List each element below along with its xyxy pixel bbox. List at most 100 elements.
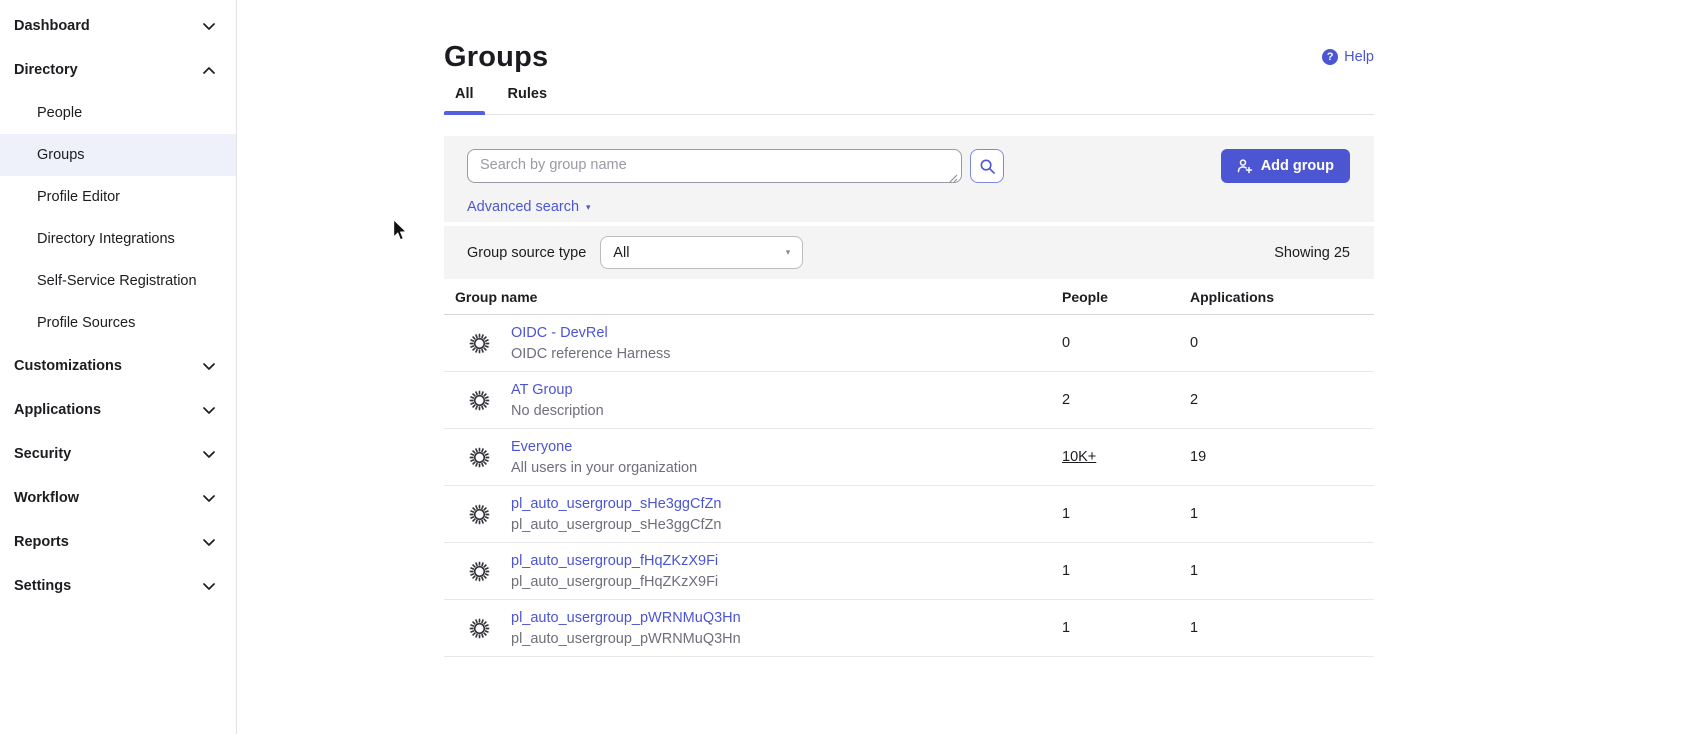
sidebar-item-reports[interactable]: Reports	[0, 520, 236, 564]
chevron-down-icon	[203, 539, 215, 546]
sidebar: Dashboard Directory People Groups Profil…	[0, 0, 237, 734]
sidebar-item-dashboard[interactable]: Dashboard	[0, 4, 236, 48]
group-icon	[467, 502, 491, 526]
sidebar-item-label: Directory Integrations	[37, 231, 175, 247]
tab-rules[interactable]: Rules	[497, 86, 559, 114]
sidebar-item-label: Self-Service Registration	[37, 273, 197, 289]
group-description: pl_auto_usergroup_sHe3ggCfZn	[511, 517, 1062, 533]
search-input[interactable]	[467, 149, 962, 183]
page-header: Groups ? Help	[444, 0, 1374, 78]
search-panel: Add group Advanced search ▾	[444, 136, 1374, 222]
table-row: AT Group No description 2 2	[444, 372, 1374, 429]
advanced-search-label: Advanced search	[467, 199, 579, 215]
people-count: 1	[1062, 563, 1190, 579]
chevron-down-icon	[203, 495, 215, 502]
sidebar-item-settings[interactable]: Settings	[0, 564, 236, 608]
sidebar-item-label: Directory	[14, 62, 78, 78]
group-name-link[interactable]: Everyone	[511, 439, 572, 455]
add-group-button[interactable]: Add group	[1221, 149, 1350, 183]
sidebar-item-profile-sources[interactable]: Profile Sources	[0, 302, 236, 344]
sidebar-item-label: Applications	[14, 402, 101, 418]
table-row: pl_auto_usergroup_fHqZKzX9Fi pl_auto_use…	[444, 543, 1374, 600]
applications-count: 2	[1190, 392, 1374, 408]
table-row: OIDC - DevRel OIDC reference Harness 0 0	[444, 315, 1374, 372]
chevron-down-icon	[203, 451, 215, 458]
group-name-link[interactable]: pl_auto_usergroup_fHqZKzX9Fi	[511, 553, 718, 569]
group-name-link[interactable]: pl_auto_usergroup_pWRNMuQ3Hn	[511, 610, 741, 626]
page-title: Groups	[444, 41, 548, 74]
sidebar-item-label: Workflow	[14, 490, 79, 506]
group-name-link[interactable]: pl_auto_usergroup_sHe3ggCfZn	[511, 496, 721, 512]
chevron-down-icon	[203, 583, 215, 590]
help-link[interactable]: ? Help	[1322, 49, 1374, 65]
add-group-label: Add group	[1261, 158, 1334, 174]
group-icon	[467, 388, 491, 412]
caret-down-icon: ▾	[586, 203, 591, 212]
main-content: Groups ? Help All Rules	[237, 0, 1687, 734]
column-group-name[interactable]: Group name	[455, 289, 1062, 305]
applications-count: 0	[1190, 335, 1374, 351]
chevron-up-icon	[203, 67, 215, 74]
group-description: OIDC reference Harness	[511, 346, 1062, 362]
sidebar-item-label: Profile Sources	[37, 315, 135, 331]
group-name-link[interactable]: AT Group	[511, 382, 573, 398]
applications-count: 19	[1190, 449, 1374, 465]
group-description: All users in your organization	[511, 460, 1062, 476]
help-icon: ?	[1322, 49, 1338, 65]
sidebar-item-customizations[interactable]: Customizations	[0, 344, 236, 388]
sidebar-item-applications[interactable]: Applications	[0, 388, 236, 432]
group-description: pl_auto_usergroup_pWRNMuQ3Hn	[511, 631, 1062, 647]
applications-count: 1	[1190, 563, 1374, 579]
group-icon	[467, 331, 491, 355]
table-row: Everyone All users in your organization …	[444, 429, 1374, 486]
showing-count: Showing 25	[1274, 245, 1350, 261]
search-button[interactable]	[970, 149, 1004, 183]
people-count: 1	[1062, 506, 1190, 522]
sidebar-item-label: Dashboard	[14, 18, 90, 34]
group-source-type-select[interactable]: All ▾	[600, 236, 803, 269]
sidebar-item-profile-editor[interactable]: Profile Editor	[0, 176, 236, 218]
person-add-icon	[1237, 158, 1253, 174]
chevron-down-icon	[203, 23, 215, 30]
column-people[interactable]: People	[1062, 289, 1190, 305]
people-count: 2	[1062, 392, 1190, 408]
table-row: pl_auto_usergroup_pWRNMuQ3Hn pl_auto_use…	[444, 600, 1374, 657]
sidebar-item-directory-integrations[interactable]: Directory Integrations	[0, 218, 236, 260]
sidebar-item-groups[interactable]: Groups	[0, 134, 236, 176]
sidebar-item-label: Settings	[14, 578, 71, 594]
sidebar-item-workflow[interactable]: Workflow	[0, 476, 236, 520]
applications-count: 1	[1190, 506, 1374, 522]
group-description: No description	[511, 403, 1062, 419]
select-value: All	[613, 245, 629, 261]
sidebar-item-self-service-registration[interactable]: Self-Service Registration	[0, 260, 236, 302]
people-count-link[interactable]: 10K+	[1062, 449, 1096, 465]
table-header: Group name People Applications	[444, 279, 1374, 315]
group-source-type-label: Group source type	[467, 245, 586, 261]
sidebar-item-label: Groups	[37, 147, 85, 163]
table-row: pl_auto_usergroup_sHe3ggCfZn pl_auto_use…	[444, 486, 1374, 543]
chevron-down-icon	[203, 363, 215, 370]
filter-bar: Group source type All ▾ Showing 25	[444, 226, 1374, 279]
people-count: 1	[1062, 620, 1190, 636]
sidebar-item-security[interactable]: Security	[0, 432, 236, 476]
group-description: pl_auto_usergroup_fHqZKzX9Fi	[511, 574, 1062, 590]
tab-bar: All Rules	[444, 86, 1374, 115]
search-icon	[979, 158, 996, 175]
caret-down-icon: ▾	[786, 247, 791, 258]
column-applications[interactable]: Applications	[1190, 289, 1374, 305]
resize-grip-icon[interactable]	[948, 173, 958, 183]
applications-count: 1	[1190, 620, 1374, 636]
help-label: Help	[1344, 49, 1374, 65]
sidebar-item-label: Security	[14, 446, 71, 462]
app-window: Dashboard Directory People Groups Profil…	[0, 0, 1687, 734]
people-count: 0	[1062, 335, 1190, 351]
sidebar-item-directory[interactable]: Directory	[0, 48, 236, 92]
advanced-search-link[interactable]: Advanced search ▾	[467, 199, 591, 215]
tab-all[interactable]: All	[444, 86, 485, 114]
chevron-down-icon	[203, 407, 215, 414]
sidebar-item-label: Customizations	[14, 358, 122, 374]
group-icon	[467, 559, 491, 583]
sidebar-item-label: Profile Editor	[37, 189, 120, 205]
sidebar-item-people[interactable]: People	[0, 92, 236, 134]
group-name-link[interactable]: OIDC - DevRel	[511, 325, 608, 341]
